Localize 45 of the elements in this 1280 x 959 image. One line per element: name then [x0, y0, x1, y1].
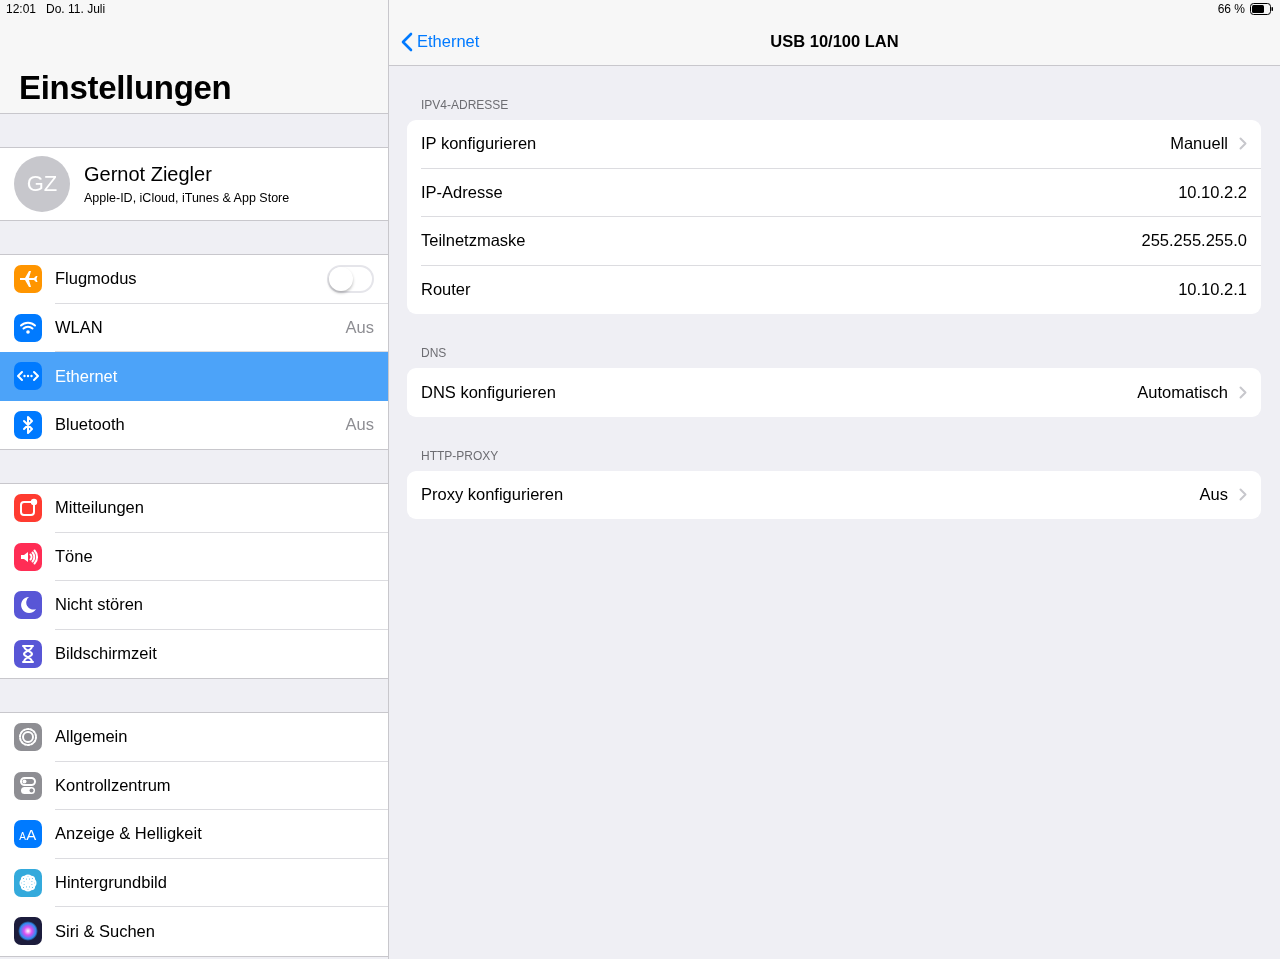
switches-icon: [14, 771, 42, 800]
section-header: IPV4-ADRESSE: [420, 97, 510, 114]
speaker-icon: [14, 542, 42, 571]
hourglass-icon: [14, 639, 42, 668]
ethernet-icon: [14, 362, 42, 391]
back-button[interactable]: Ethernet: [401, 31, 480, 52]
chevron-right-icon: [1239, 137, 1247, 151]
toggle-switch[interactable]: [327, 264, 374, 293]
battery-icon: [1250, 3, 1274, 15]
chevron-right-icon: [1239, 488, 1247, 502]
settings-row[interactable]: Proxy konfigurieren Aus: [407, 470, 1261, 519]
battery-percent: 66 %: [1217, 2, 1245, 16]
row-value: 10.10.2.2: [1178, 182, 1247, 202]
row-value: Automatisch: [1137, 382, 1228, 402]
row-label: IP-Adresse: [421, 182, 503, 202]
wifi-icon: [14, 313, 42, 342]
item-value: Aus: [345, 317, 374, 337]
orb-icon: [14, 917, 42, 946]
chevron-left-icon: [401, 31, 413, 52]
page-title: USB 10/100 LAN: [770, 32, 899, 51]
row-label: Router: [421, 280, 471, 300]
settings-row[interactable]: DNS konfigurieren Automatisch: [407, 368, 1261, 417]
settings-row[interactable]: IP konfigurieren Manuell: [407, 120, 1261, 169]
status-date: Do. 11. Juli: [46, 2, 106, 16]
profile-name: Gernot Ziegler: [84, 163, 213, 186]
row-value: 10.10.2.1: [1178, 280, 1247, 300]
moon-icon: [14, 591, 42, 620]
row-value: 255.255.255.0: [1141, 231, 1247, 251]
item-value: Aus: [345, 415, 374, 435]
row-label: Teilnetzmaske: [421, 231, 526, 251]
text-size-icon: AA: [14, 820, 42, 849]
section-header: DNS: [420, 345, 448, 362]
airplane-icon: [14, 265, 42, 294]
notification-icon: [14, 494, 42, 523]
profile-subtitle: Apple-ID, iCloud, iTunes & App Store: [84, 191, 290, 205]
avatar: GZ: [14, 156, 70, 212]
row-value: Aus: [1199, 485, 1228, 505]
bluetooth-icon: [14, 410, 42, 439]
section-header: HTTP-PROXY: [420, 447, 500, 465]
row-value: Manuell: [1170, 134, 1228, 154]
flower-icon: [14, 868, 42, 897]
profile-row[interactable]: GZ Gernot Ziegler Apple-ID, iCloud, iTunes & App Store: [0, 147, 388, 221]
status-time: 12:01: [6, 2, 37, 16]
chevron-right-icon: [1239, 385, 1247, 399]
sidebar-title: Einstellungen: [19, 69, 232, 107]
